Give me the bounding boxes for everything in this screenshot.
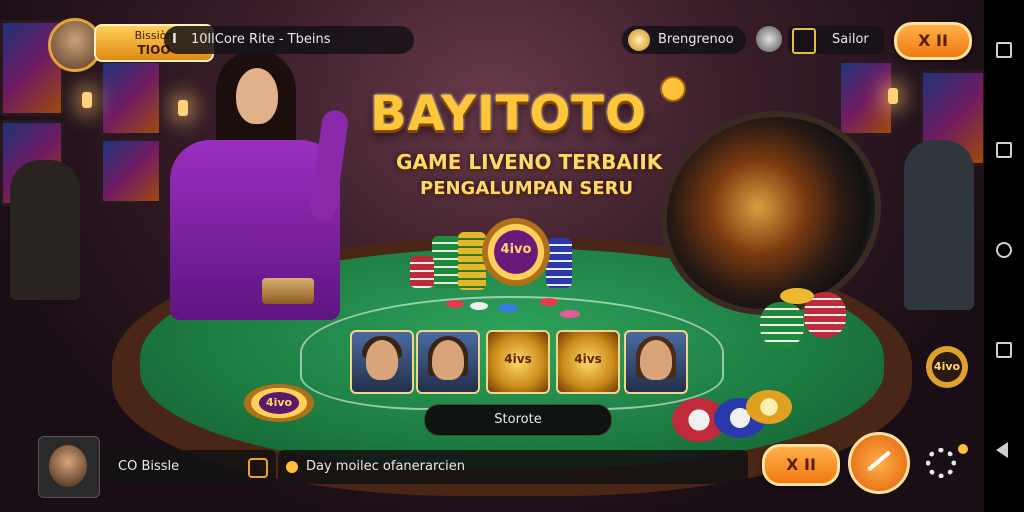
card-face (366, 340, 398, 380)
card-face (640, 340, 672, 380)
footer-message: Day moilec ofanerarcien (306, 459, 466, 474)
coin-card-text: 4ivs (574, 352, 602, 366)
clock-icon (248, 458, 268, 478)
small-chip (560, 310, 580, 318)
coin-icon (628, 29, 650, 51)
chip-stack-yellow (458, 232, 486, 290)
chip-stack-red (410, 256, 434, 288)
chip-loose-gold (780, 288, 814, 304)
footer-avatar-icon[interactable] (38, 436, 100, 498)
coin-card-text: 4ivs (504, 352, 532, 366)
message-coin-icon (286, 461, 298, 473)
pencil-icon (866, 450, 892, 472)
small-chip (498, 304, 518, 312)
home-nav-icon[interactable] (996, 242, 1012, 258)
sailor-pill[interactable]: Sailor (788, 26, 884, 54)
table-plaque-text: 4ivo (265, 396, 293, 409)
coin-balance-pill[interactable]: Brengrenoo (622, 26, 746, 54)
gear-badge (958, 444, 968, 454)
chip-stack-right-green (760, 302, 804, 348)
coin-card-2[interactable]: 4ivs (556, 330, 620, 394)
small-chip (540, 298, 558, 306)
patron-left (10, 160, 80, 300)
card-face (432, 340, 464, 380)
square-nav-icon[interactable] (996, 42, 1012, 58)
card-shoe (262, 278, 314, 304)
square-nav-icon[interactable] (996, 342, 1012, 358)
footer-username-pill[interactable]: CO Bissle (104, 450, 276, 484)
marquee-icon: I (172, 32, 177, 47)
system-nav-bar (984, 0, 1024, 512)
small-chip (446, 300, 464, 308)
casino-scene: BAYITOTO GAME LIVENO TERBAIIK PENGALUMPA… (0, 0, 984, 512)
pencil-button[interactable] (848, 432, 910, 494)
coin-card-1[interactable]: 4ivs (486, 330, 550, 394)
sailor-label: Sailor (832, 32, 869, 47)
small-chip (470, 302, 488, 310)
footer-username: CO Bissle (118, 459, 180, 474)
patron-right (904, 140, 974, 310)
center-chip-text: 4ivo (500, 242, 532, 257)
center-action-button[interactable]: Storote (424, 404, 612, 436)
marquee-text: 10llCore Rite - Tbeins (190, 32, 331, 47)
marquee-bar: I 10llCore Rite - Tbeins (164, 26, 414, 54)
game-logo: BAYITOTO (370, 86, 647, 142)
chip-gold (746, 390, 792, 424)
dealer-figure (150, 50, 350, 330)
dealer-face (236, 68, 278, 124)
player-card-3[interactable] (624, 330, 688, 394)
side-coin-text: 4ivo (933, 360, 961, 373)
multiplier-button-top[interactable]: X II (894, 22, 972, 60)
logo-coin (660, 76, 686, 102)
joker-icon[interactable] (756, 26, 782, 52)
gear-icon[interactable] (926, 448, 956, 478)
tagline-secondary: PENGALUMPAN SERU (420, 178, 634, 199)
square-nav-icon[interactable] (996, 142, 1012, 158)
player-card-1[interactable] (350, 330, 414, 394)
wall-lamp (888, 88, 898, 104)
player-card-2[interactable] (416, 330, 480, 394)
wall-lamp (82, 92, 92, 108)
coin-label: Brengrenoo (658, 32, 734, 47)
tagline-primary: GAME LIVENO TERBAIIK (396, 150, 663, 174)
flag-icon (792, 28, 816, 54)
footer-avatar-face (49, 445, 87, 487)
wall-screen-right (838, 60, 894, 136)
multiplier-button-bottom[interactable]: X II (762, 444, 840, 486)
footer-message-pill[interactable]: Day moilec ofanerarcien (278, 450, 748, 484)
top-bar: Bissiòn TIOO I 10llCore Rite - Tbeins Br… (48, 18, 978, 72)
back-nav-icon[interactable] (996, 442, 1008, 458)
